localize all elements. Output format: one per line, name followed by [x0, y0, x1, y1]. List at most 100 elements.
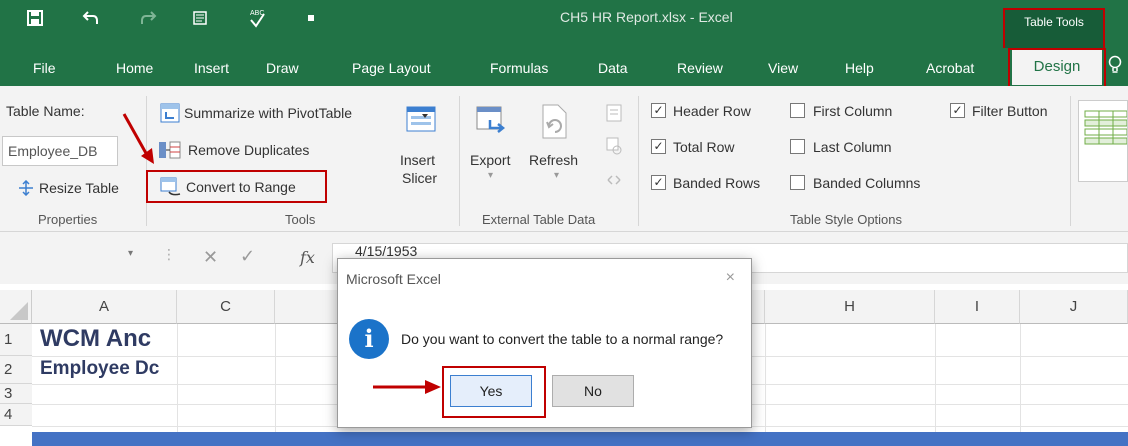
refresh-dropdown-icon: ▾: [554, 170, 560, 181]
tab-view[interactable]: View: [768, 60, 798, 76]
spelling-icon[interactable]: ABC: [246, 0, 268, 36]
insert-slicer-label-2: Slicer: [402, 170, 438, 186]
open-in-browser-icon[interactable]: [606, 137, 622, 160]
summarize-pivottable-button[interactable]: Summarize with PivotTable: [158, 102, 390, 126]
no-button[interactable]: No: [552, 375, 634, 407]
customize-icon[interactable]: [304, 0, 318, 36]
grid-line: [177, 324, 178, 446]
grid-line: [765, 324, 766, 446]
banded-columns-label: Banded Columns: [813, 175, 921, 191]
properties-small-icon[interactable]: [606, 104, 622, 127]
select-all-corner[interactable]: [0, 290, 32, 324]
refresh-icon: [540, 104, 570, 145]
export-button[interactable]: Export ▾: [466, 104, 520, 186]
tab-acrobat[interactable]: Acrobat: [926, 60, 974, 76]
insert-function-icon[interactable]: fx: [300, 248, 315, 267]
enter-icon[interactable]: ✓: [240, 246, 255, 267]
table-header-row-band: [32, 432, 1128, 446]
annotation-arrow: [122, 113, 154, 164]
lightbulb-icon[interactable]: [1108, 55, 1122, 80]
tab-review[interactable]: Review: [677, 60, 723, 76]
dialog-message: Do you want to convert the table to a no…: [401, 331, 724, 347]
total-row-checkbox[interactable]: ✓: [651, 139, 666, 154]
row-header-3[interactable]: 3: [0, 384, 32, 404]
style-options-group-label: Table Style Options: [790, 212, 903, 227]
remove-duplicates-label: Remove Duplicates: [188, 142, 310, 158]
column-header-a[interactable]: A: [32, 290, 177, 324]
resize-icon: [18, 179, 34, 201]
first-column-label: First Column: [813, 103, 893, 119]
last-column-label: Last Column: [813, 139, 892, 155]
group-divider: [459, 96, 460, 226]
external-data-group-label: External Table Data: [482, 212, 596, 227]
total-row-label: Total Row: [673, 139, 735, 155]
refresh-label: Refresh: [529, 152, 579, 168]
row-header-1[interactable]: 1: [0, 324, 32, 356]
cell-a2[interactable]: Employee Dc: [40, 358, 177, 380]
remove-duplicates-button[interactable]: Remove Duplicates: [158, 139, 338, 163]
convert-range-highlight: [146, 170, 327, 203]
filter-button-label: Filter Button: [972, 103, 1048, 119]
tools-group-label: Tools: [285, 212, 316, 227]
tab-help[interactable]: Help: [845, 60, 874, 76]
grid-line: [275, 324, 276, 446]
last-column-checkbox[interactable]: [790, 139, 805, 154]
row-header-2[interactable]: 2: [0, 356, 32, 384]
grid-line: [1020, 324, 1021, 446]
redo-icon[interactable]: [137, 0, 159, 36]
table-name-label: Table Name:: [6, 103, 85, 119]
dialog-title: Microsoft Excel: [346, 271, 441, 287]
group-divider: [1070, 96, 1071, 226]
column-header-i[interactable]: I: [935, 290, 1020, 324]
banded-columns-checkbox[interactable]: [790, 175, 805, 190]
formula-bar-divider: ⋮: [162, 246, 176, 262]
tab-formulas[interactable]: Formulas: [490, 60, 548, 76]
slicer-icon: [406, 106, 436, 137]
row-header-4[interactable]: 4: [0, 404, 32, 426]
summarize-label: Summarize with PivotTable: [184, 105, 353, 121]
tab-file[interactable]: File: [33, 60, 56, 76]
save-icon[interactable]: [24, 0, 46, 36]
banded-rows-label: Banded Rows: [673, 175, 761, 191]
info-icon: i: [349, 319, 389, 359]
name-box-dropdown-icon[interactable]: ▾: [128, 248, 133, 259]
design-tab-highlight: [1008, 48, 1106, 88]
insert-slicer-label-1: Insert: [400, 152, 436, 168]
resize-table-button[interactable]: Resize Table: [18, 178, 130, 200]
form-icon[interactable]: [190, 0, 212, 36]
first-column-checkbox[interactable]: [790, 103, 805, 118]
undo-icon[interactable]: [80, 0, 102, 36]
column-header-c[interactable]: C: [177, 290, 275, 324]
properties-group-label: Properties: [38, 212, 98, 227]
column-header-h[interactable]: H: [765, 290, 935, 324]
banded-rows-checkbox[interactable]: ✓: [651, 175, 666, 190]
filter-button-checkbox[interactable]: ✓: [950, 103, 965, 118]
column-header-j[interactable]: J: [1020, 290, 1128, 324]
resize-table-label: Resize Table: [39, 180, 119, 196]
tab-page-layout[interactable]: Page Layout: [352, 60, 431, 76]
tab-draw[interactable]: Draw: [266, 60, 299, 76]
tab-home[interactable]: Home: [116, 60, 153, 76]
window-title: CH5 HR Report.xlsx - Excel: [560, 9, 733, 25]
tab-insert[interactable]: Insert: [194, 60, 229, 76]
annotation-arrow: [373, 380, 441, 394]
cancel-icon[interactable]: ✕: [203, 247, 218, 268]
formula-value: 4/15/1953: [355, 243, 418, 259]
export-label: Export: [470, 152, 511, 168]
export-dropdown-icon: ▾: [488, 170, 494, 181]
insert-slicer-button[interactable]: Insert Slicer: [392, 104, 452, 186]
yes-button-highlight: [442, 366, 546, 418]
close-icon[interactable]: ×: [726, 269, 735, 287]
table-styles-gallery[interactable]: [1078, 100, 1128, 182]
grid-line: [935, 324, 936, 446]
table-tools-label: Table Tools: [1024, 15, 1084, 29]
refresh-button[interactable]: Refresh ▾: [526, 104, 590, 186]
unlink-icon[interactable]: [606, 172, 622, 193]
header-row-label: Header Row: [673, 103, 751, 119]
group-divider: [638, 96, 639, 226]
header-row-checkbox[interactable]: ✓: [651, 103, 666, 118]
table-name-field[interactable]: Employee_DB: [2, 136, 118, 166]
cell-a1[interactable]: WCM Anc: [40, 325, 177, 353]
tab-data[interactable]: Data: [598, 60, 628, 76]
export-icon: [476, 106, 508, 141]
